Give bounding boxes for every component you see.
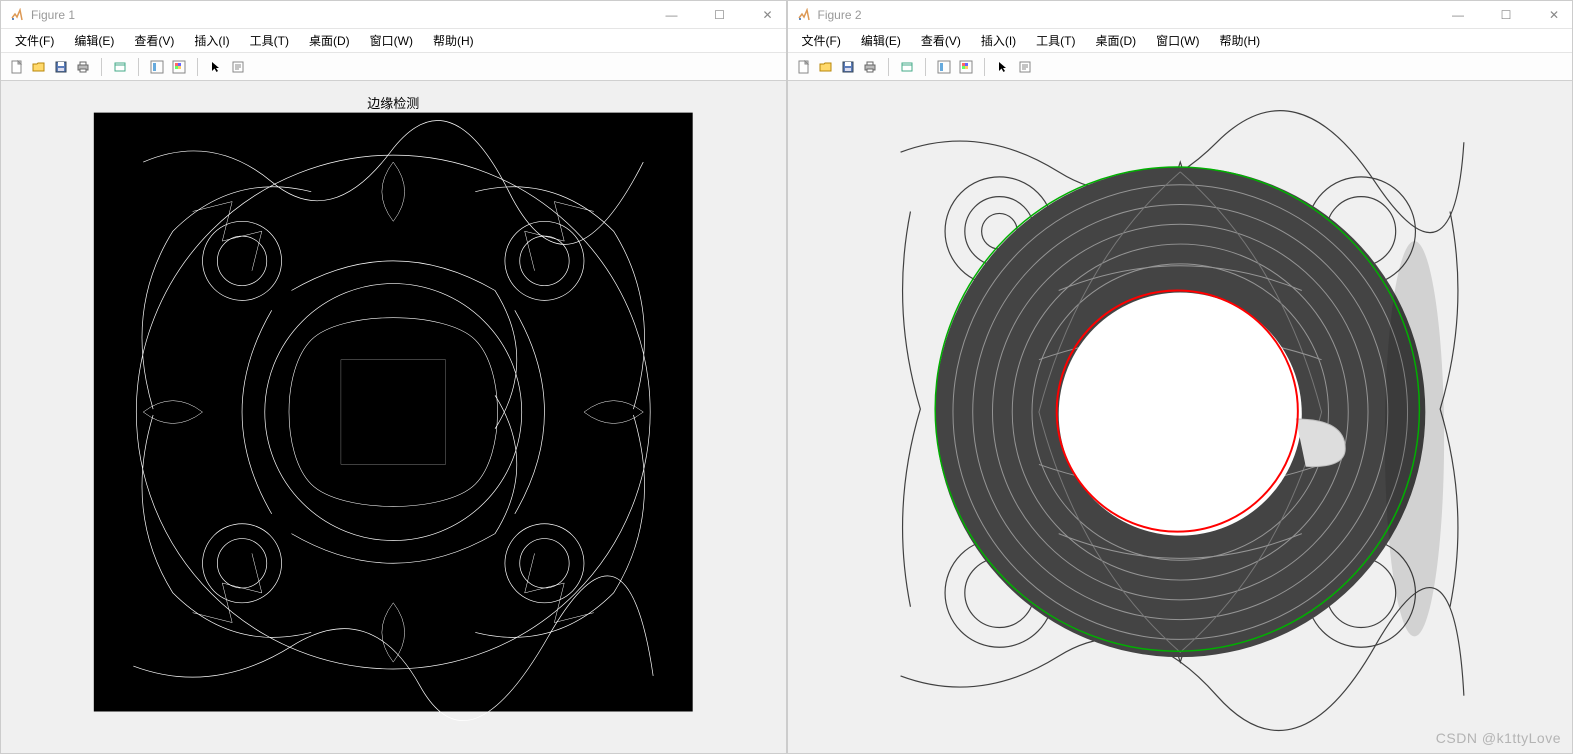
pointer-icon[interactable]	[206, 57, 226, 77]
print-icon[interactable]	[860, 57, 880, 77]
menu-tools[interactable]: 工具(T)	[1026, 30, 1085, 51]
colorbar-icon[interactable]	[956, 57, 976, 77]
figure2-image	[788, 81, 1573, 753]
toolbar-separator	[138, 58, 139, 76]
menu-view[interactable]: 查看(V)	[911, 30, 971, 51]
print-icon[interactable]	[73, 57, 93, 77]
link-icon[interactable]	[110, 57, 130, 77]
menubar: 文件(F) 编辑(E) 查看(V) 插入(I) 工具(T) 桌面(D) 窗口(W…	[1, 29, 786, 53]
menu-desktop[interactable]: 桌面(D)	[299, 30, 360, 51]
new-file-icon[interactable]	[794, 57, 814, 77]
menubar: 文件(F) 编辑(E) 查看(V) 插入(I) 工具(T) 桌面(D) 窗口(W…	[788, 29, 1573, 53]
pointer-icon[interactable]	[993, 57, 1013, 77]
open-folder-icon[interactable]	[29, 57, 49, 77]
figure-window-1: Figure 1 — ☐ ✕ 文件(F) 编辑(E) 查看(V) 插入(I) 工…	[0, 0, 787, 754]
matlab-icon	[9, 7, 25, 23]
colorbar-icon[interactable]	[169, 57, 189, 77]
maximize-button[interactable]: ☐	[1496, 8, 1516, 22]
menu-help[interactable]: 帮助(H)	[423, 30, 484, 51]
data-cursor-icon[interactable]	[934, 57, 954, 77]
new-file-icon[interactable]	[7, 57, 27, 77]
menu-insert[interactable]: 插入(I)	[971, 30, 1026, 51]
toolbar-separator	[101, 58, 102, 76]
menu-insert[interactable]: 插入(I)	[184, 30, 239, 51]
axes-area[interactable]	[788, 81, 1573, 753]
menu-edit[interactable]: 编辑(E)	[64, 30, 124, 51]
matlab-icon	[796, 7, 812, 23]
maximize-button[interactable]: ☐	[710, 8, 730, 22]
toolbar-separator	[925, 58, 926, 76]
menu-tools[interactable]: 工具(T)	[240, 30, 299, 51]
chart-title: 边缘检测	[1, 93, 786, 112]
menu-window[interactable]: 窗口(W)	[360, 30, 423, 51]
menu-edit[interactable]: 编辑(E)	[851, 30, 911, 51]
titlebar[interactable]: Figure 1 — ☐ ✕	[1, 1, 786, 29]
link-icon[interactable]	[897, 57, 917, 77]
figure1-image	[1, 81, 786, 753]
minimize-button[interactable]: —	[662, 8, 682, 22]
menu-view[interactable]: 查看(V)	[124, 30, 184, 51]
toolbar	[788, 53, 1573, 81]
close-button[interactable]: ✕	[758, 8, 778, 22]
close-button[interactable]: ✕	[1544, 8, 1564, 22]
figure-window-2: Figure 2 — ☐ ✕ 文件(F) 编辑(E) 查看(V) 插入(I) 工…	[787, 0, 1573, 754]
save-icon[interactable]	[51, 57, 71, 77]
insert-text-icon[interactable]	[1015, 57, 1035, 77]
open-folder-icon[interactable]	[816, 57, 836, 77]
save-icon[interactable]	[838, 57, 858, 77]
axes-area[interactable]: 边缘检测	[1, 81, 786, 753]
menu-file[interactable]: 文件(F)	[792, 30, 851, 51]
toolbar	[1, 53, 786, 81]
window-title: Figure 1	[31, 8, 662, 22]
window-title: Figure 2	[818, 8, 1449, 22]
minimize-button[interactable]: —	[1448, 8, 1468, 22]
menu-desktop[interactable]: 桌面(D)	[1085, 30, 1146, 51]
data-cursor-icon[interactable]	[147, 57, 167, 77]
watermark: CSDN @k1ttyLove	[1436, 730, 1561, 746]
toolbar-separator	[197, 58, 198, 76]
menu-file[interactable]: 文件(F)	[5, 30, 64, 51]
toolbar-separator	[984, 58, 985, 76]
menu-window[interactable]: 窗口(W)	[1146, 30, 1209, 51]
menu-help[interactable]: 帮助(H)	[1209, 30, 1270, 51]
insert-text-icon[interactable]	[228, 57, 248, 77]
toolbar-separator	[888, 58, 889, 76]
titlebar[interactable]: Figure 2 — ☐ ✕	[788, 1, 1573, 29]
